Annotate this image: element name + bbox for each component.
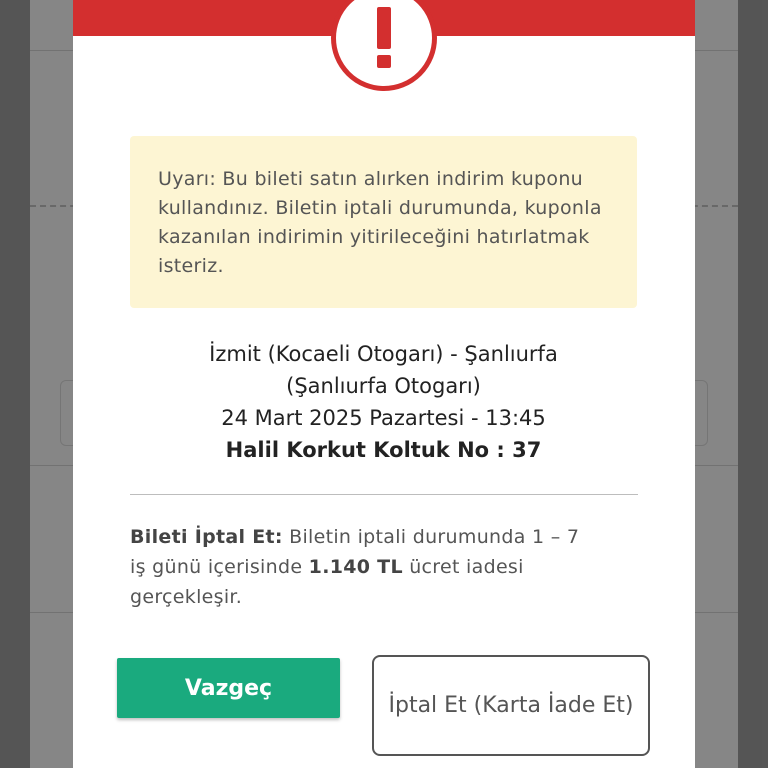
trip-datetime: 24 Mart 2025 Pazartesi - 13:45	[221, 406, 546, 430]
route-line-1: İzmit (Kocaeli Otogarı) - Şanlıurfa	[209, 342, 558, 366]
cancel-ticket-dialog: Uyarı: Bu bileti satın alırken indirim k…	[73, 0, 695, 768]
alert-icon	[331, 0, 437, 91]
passenger-seat: Halil Korkut Koltuk No : 37	[225, 438, 542, 462]
coupon-warning-box: Uyarı: Bu bileti satın alırken indirim k…	[130, 136, 637, 308]
coupon-warning-text: Uyarı: Bu bileti satın alırken indirim k…	[158, 168, 602, 277]
dialog-divider	[130, 494, 638, 495]
route-line-2: (Şanlıurfa Otogarı)	[286, 374, 481, 398]
screen: Uyarı: Bu bileti satın alırken indirim k…	[0, 0, 768, 768]
refund-amount: 1.140 TL	[308, 556, 403, 578]
refund-info-label: Bileti İptal Et:	[130, 526, 283, 548]
cancel-refund-label: İptal Et (Karta İade Et)	[388, 692, 634, 718]
cancel-refund-button[interactable]: İptal Et (Karta İade Et)	[372, 655, 650, 756]
dismiss-button[interactable]: Vazgeç	[117, 658, 340, 718]
trip-info: İzmit (Kocaeli Otogarı) - Şanlıurfa (Şan…	[130, 338, 637, 466]
refund-info: Bileti İptal Et: Biletin iptali durumund…	[130, 522, 590, 612]
